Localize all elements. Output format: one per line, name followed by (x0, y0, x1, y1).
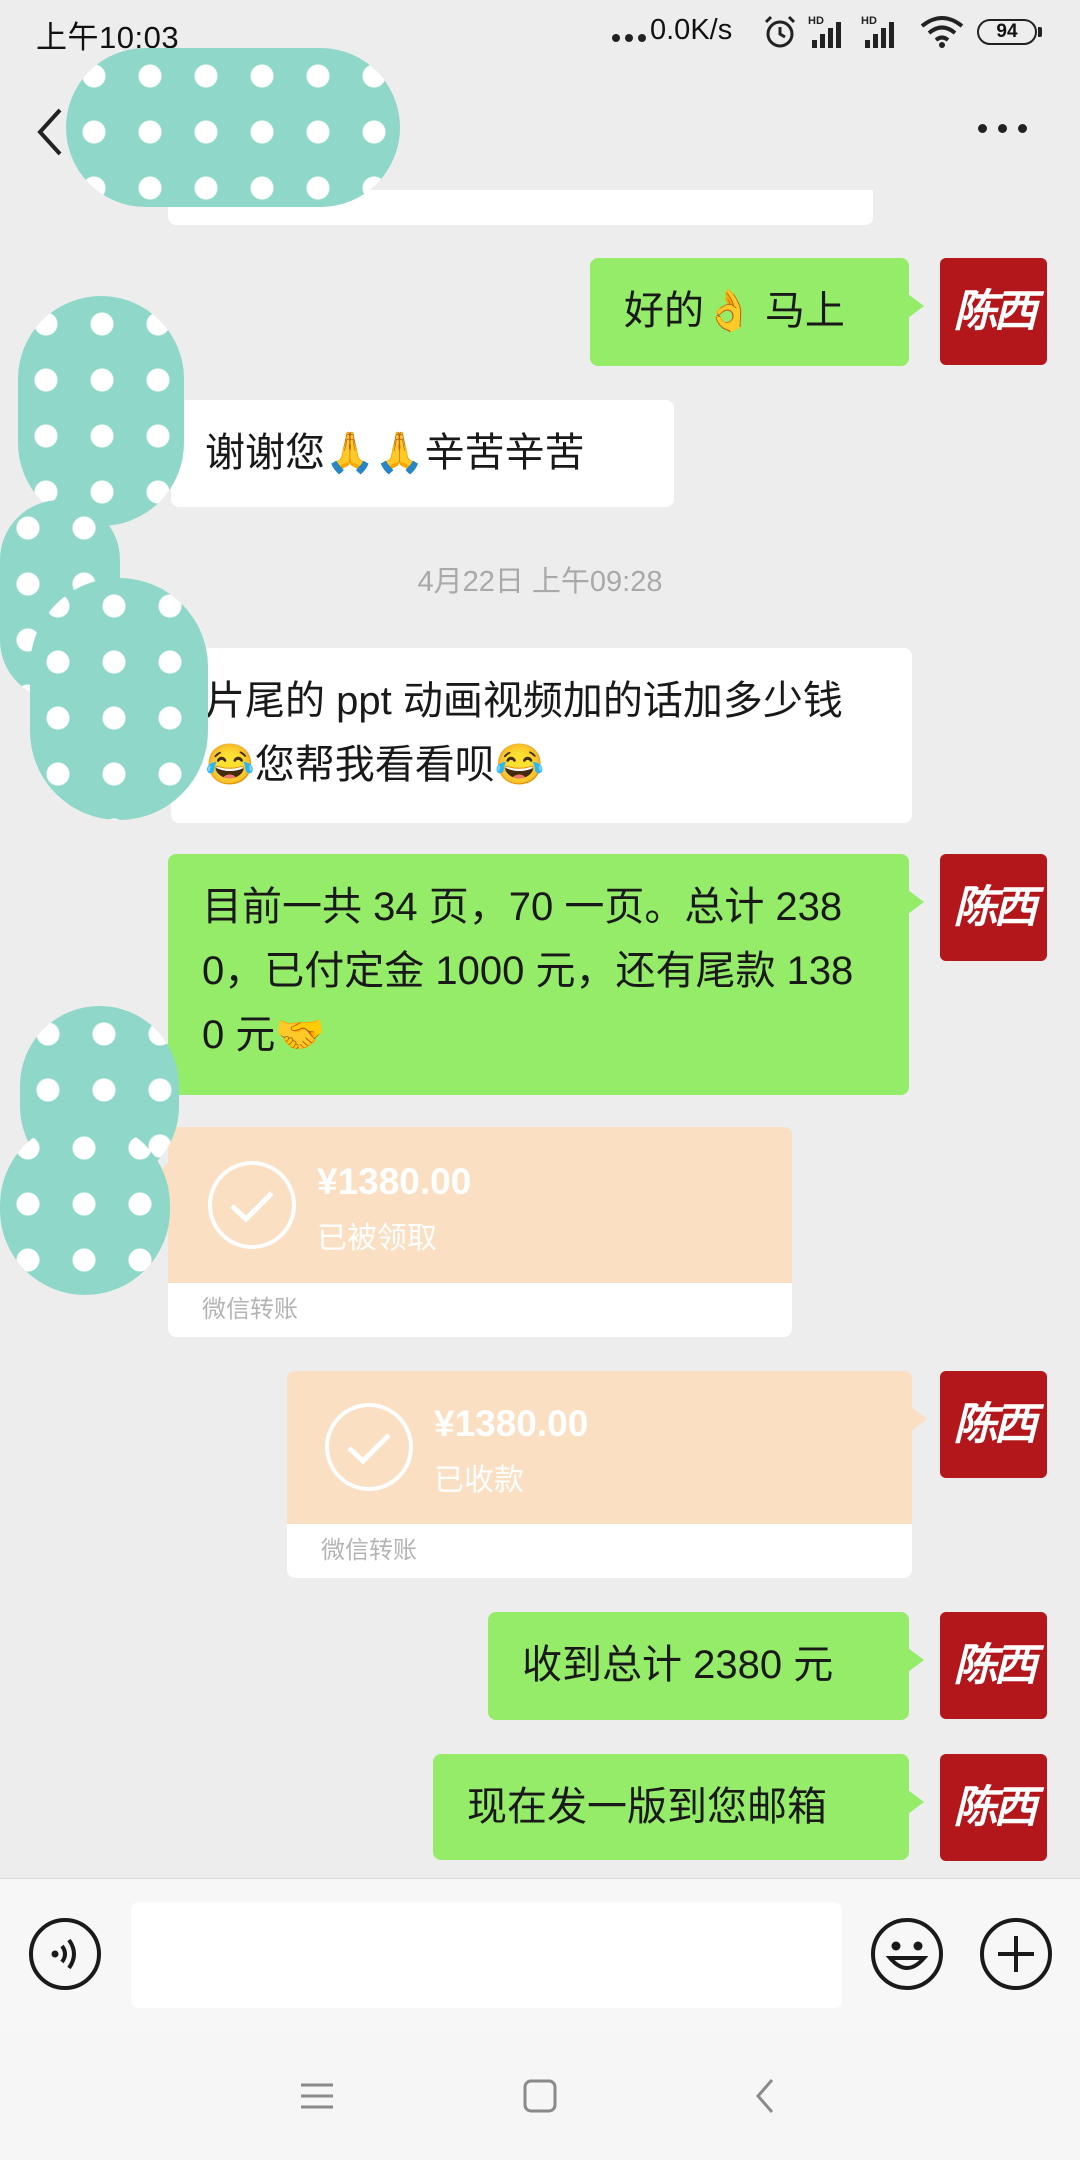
transfer-card-received[interactable]: ¥1380.00 已被领取 微信转账 (153, 1127, 792, 1337)
message-bubble-sent[interactable]: 收到总计 2380 元 (488, 1612, 924, 1720)
message-input[interactable] (131, 1902, 842, 2008)
my-avatar[interactable]: 陈西 (940, 1371, 1047, 1478)
svg-text:HD: HD (808, 15, 824, 27)
message-bubble-sent[interactable]: 好的👌 马上 (590, 258, 924, 366)
transfer-status: 已被领取 (317, 1222, 437, 1255)
network-speed: 0.0K/s (650, 14, 733, 46)
hd-signal-icon: HD (861, 15, 894, 48)
message-bubble-sent[interactable]: 现在发一版到您邮箱 (433, 1754, 924, 1860)
home-icon[interactable] (520, 2076, 560, 2116)
message-bubble-received[interactable]: 谢谢您🙏🙏辛苦辛苦 (156, 400, 674, 507)
check-circle-icon (325, 1403, 413, 1491)
wifi-icon (920, 16, 964, 48)
menu-icon[interactable] (297, 2076, 337, 2116)
transfer-footer: 微信转账 (168, 1283, 792, 1337)
transfer-card-sent[interactable]: ¥1380.00 已收款 微信转账 (287, 1371, 927, 1578)
privacy-mask (0, 1120, 170, 1295)
battery-icon: 94 (977, 19, 1042, 45)
transfer-amount: ¥1380.00 (434, 1403, 589, 1444)
transfer-amount: ¥1380.00 (317, 1161, 472, 1202)
message-bubble-sent[interactable]: 目前一共 34 页，70 一页。总计 2380，已付定金 1000 元，还有尾款… (168, 854, 924, 1095)
privacy-mask (30, 578, 208, 820)
check-circle-icon (208, 1161, 296, 1249)
transfer-footer: 微信转账 (287, 1524, 912, 1578)
transfer-status: 已收款 (434, 1464, 524, 1497)
my-avatar[interactable]: 陈西 (940, 1612, 1047, 1719)
message-bubble-received[interactable]: 片尾的 ppt 动画视频加的话加多少钱😂您帮我看看呗😂 (156, 648, 912, 823)
voice-icon[interactable] (27, 1916, 103, 1992)
chat-screen: 上午10:03 0.0K/s HD HD 94 好的👌 马上 陈西 谢谢您🙏🙏辛… (0, 0, 1080, 2160)
privacy-mask (66, 48, 400, 207)
notification-dots-icon (612, 34, 648, 42)
my-avatar[interactable]: 陈西 (940, 854, 1047, 961)
battery-level: 94 (996, 21, 1018, 42)
emoji-icon[interactable] (869, 1916, 945, 1992)
svg-text:HD: HD (861, 15, 877, 27)
hd-signal-icon: HD (808, 15, 841, 48)
more-options-icon[interactable] (978, 124, 1030, 136)
plus-icon[interactable] (978, 1916, 1054, 1992)
my-avatar[interactable]: 陈西 (940, 1754, 1047, 1861)
alarm-icon (764, 15, 796, 48)
privacy-mask (18, 296, 184, 526)
back-icon[interactable] (746, 2076, 786, 2116)
my-avatar[interactable]: 陈西 (940, 258, 1047, 365)
